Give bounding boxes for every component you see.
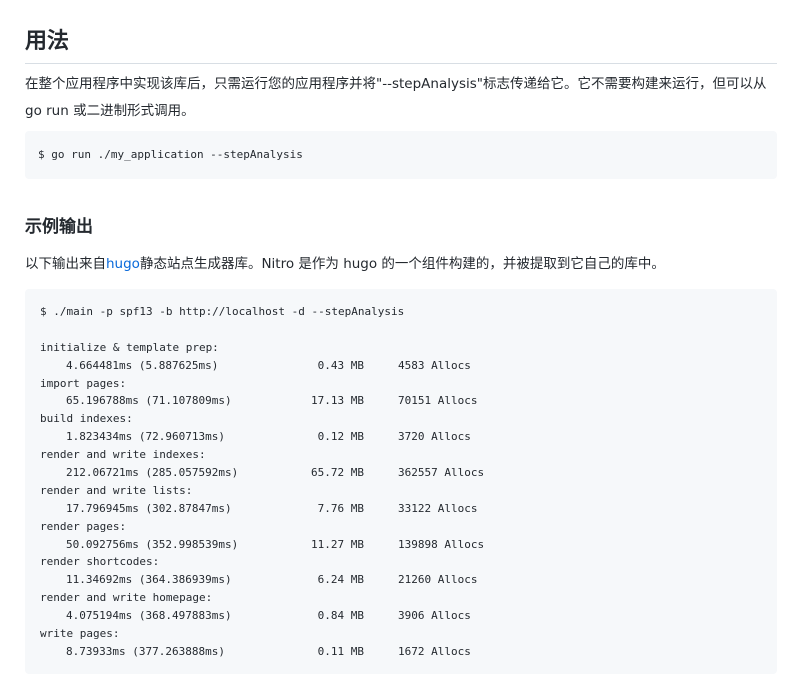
usage-heading: 用法 — [25, 29, 70, 54]
step-time: 17.796945ms (302.87847ms) — [66, 501, 232, 515]
hugo-link[interactable]: hugo — [106, 256, 140, 272]
step-name: render pages: — [40, 519, 127, 533]
step-memory: 11.27 MB — [311, 537, 364, 551]
step-name: render and write homepage: — [40, 591, 213, 605]
step-name: write pages: — [40, 627, 120, 641]
step-allocs: 1672 Allocs — [398, 644, 471, 658]
step-name: import pages: — [40, 376, 127, 390]
step-memory: 0.84 MB — [317, 609, 364, 623]
step-allocs: 33122 Allocs — [398, 501, 478, 515]
step-memory: 0.43 MB — [317, 358, 364, 372]
step-stats-row: 11.34692ms (364.386939ms) 6.24 MB 21260 Al… — [40, 571, 477, 589]
step-stats-row: 212.06721ms (285.057592ms) 65.72 MB 362557… — [40, 464, 484, 482]
step-time: 4.075194ms (368.497883ms) — [66, 609, 232, 623]
step-allocs: 70151 Allocs — [398, 394, 478, 408]
step-stats-row: 17.796945ms (302.87847ms) 7.76 MB 33122 Al… — [40, 500, 477, 518]
step-stats-row: 8.73933ms (377.263888ms) 0.11 MB 1672 Allo… — [40, 643, 471, 661]
step-stats-row: 4.664481ms (5.887625ms) 0.43 MB 4583 Alloc… — [40, 357, 471, 375]
step-time: 4.664481ms (5.887625ms) — [66, 358, 219, 372]
step-memory: 0.11 MB — [317, 644, 364, 658]
step-stats-row: 4.075194ms (368.497883ms) 0.84 MB 3906 All… — [40, 607, 471, 625]
step-allocs: 139898 Allocs — [398, 537, 485, 551]
step-memory: 17.13 MB — [311, 394, 364, 408]
example-text-before-link: 以下输出来自 — [25, 256, 106, 272]
step-memory: 6.24 MB — [317, 573, 364, 587]
step-time: 1.823434ms (72.960713ms) — [66, 430, 225, 444]
step-stats-row: 1.823434ms (72.960713ms) 0.12 MB 3720 Allo… — [40, 428, 471, 446]
step-name: render shortcodes: — [40, 555, 160, 569]
example-output-code-block[interactable]: $ ./main -p spf13 -b http://localhost -d… — [25, 289, 777, 674]
usage-code-block[interactable]: $ go run ./my_application --stepAnalysis — [25, 131, 777, 179]
step-memory: 7.76 MB — [317, 501, 364, 515]
example-paragraph: 以下输出来自hugo静态站点生成器库。Nitro 是作为 hugo 的一个组件构… — [25, 252, 777, 276]
step-time: 8.73933ms (377.263888ms) — [66, 644, 225, 658]
step-allocs: 362557 Allocs — [398, 466, 485, 480]
output-steps: initialize & template prep: 4.664481ms (5… — [40, 339, 484, 661]
step-time: 212.06721ms (285.057592ms) — [66, 466, 239, 480]
step-allocs: 21260 Allocs — [398, 573, 478, 587]
step-memory: 0.12 MB — [317, 430, 364, 444]
step-time: 50.092756ms (352.998539ms) — [66, 537, 239, 551]
heading-divider — [25, 63, 777, 64]
step-memory: 65.72 MB — [311, 466, 364, 480]
step-allocs: 3720 Allocs — [398, 430, 471, 444]
step-name: initialize & template prep: — [40, 340, 219, 354]
step-name: build indexes: — [40, 412, 133, 426]
step-stats-row: 65.196788ms (71.107809ms) 17.13 MB 70151 A… — [40, 392, 477, 410]
step-name: render and write lists: — [40, 483, 193, 497]
example-heading: 示例输出 — [25, 217, 93, 237]
step-stats-row: 50.092756ms (352.998539ms) 11.27 MB 139898… — [40, 536, 484, 554]
usage-command: $ go run ./my_application --stepAnalysis — [38, 148, 303, 161]
output-pre: $ ./main -p spf13 -b http://localhost -d… — [40, 303, 484, 661]
example-text-after-link: 静态站点生成器库。Nitro 是作为 hugo 的一个组件构建的，并被提取到它自… — [139, 256, 665, 272]
usage-paragraph: 在整个应用程序中实现该库后，只需运行您的应用程序并将"--stepAnalysi… — [25, 76, 767, 119]
step-allocs: 3906 Allocs — [398, 609, 471, 623]
step-name: render and write indexes: — [40, 448, 206, 462]
output-command: $ ./main -p spf13 -b http://localhost -d… — [40, 305, 405, 318]
step-time: 65.196788ms (71.107809ms) — [66, 394, 232, 408]
step-time: 11.34692ms (364.386939ms) — [66, 573, 232, 587]
step-allocs: 4583 Allocs — [398, 358, 471, 372]
